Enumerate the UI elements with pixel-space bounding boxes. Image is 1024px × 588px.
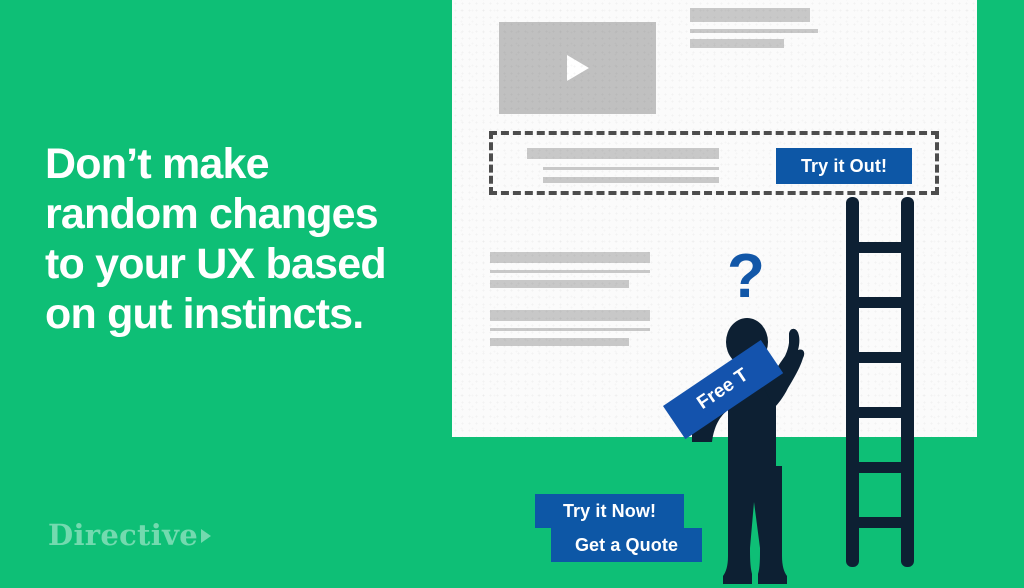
placeholder-line — [690, 39, 784, 48]
try-it-now-button[interactable]: Try it Now! — [535, 494, 684, 528]
placeholder-line — [490, 328, 650, 331]
get-a-quote-button[interactable]: Get a Quote — [551, 528, 702, 562]
question-mark-annotation: ? — [727, 242, 765, 311]
brand-logo-text: Directive — [48, 518, 198, 552]
placeholder-line — [690, 8, 810, 22]
brand-logo: Directive — [48, 518, 211, 552]
placeholder-line — [490, 280, 629, 288]
placeholder-line — [543, 167, 719, 170]
placeholder-line — [690, 29, 818, 33]
play-icon[interactable] — [566, 55, 589, 81]
try-it-out-button[interactable]: Try it Out! — [776, 148, 912, 184]
placeholder-line — [490, 252, 650, 263]
ladder-illustration — [846, 197, 914, 567]
video-placeholder[interactable] — [499, 22, 656, 114]
placeholder-line — [543, 177, 719, 183]
placeholder-line — [527, 148, 719, 159]
chevron-right-icon — [200, 529, 211, 543]
page-title: Don’t make random changes to your UX bas… — [45, 140, 387, 338]
placeholder-line — [490, 310, 650, 321]
promo-banner-canvas: Don’t make random changes to your UX bas… — [0, 0, 1024, 588]
placeholder-line — [490, 338, 629, 346]
placeholder-line — [490, 270, 650, 273]
